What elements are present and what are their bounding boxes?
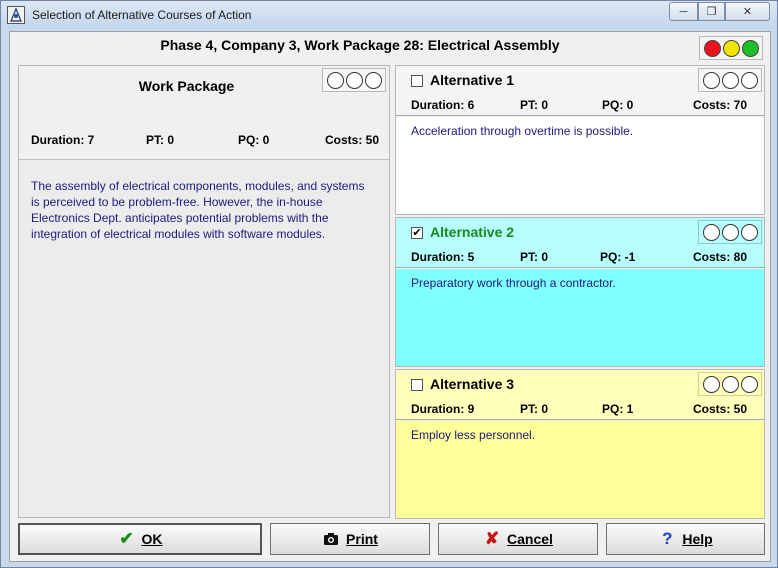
ok-button[interactable]: ✔ OK (18, 523, 262, 555)
rating-circles (322, 68, 386, 92)
circle-icon (703, 376, 720, 393)
app-icon (7, 6, 25, 24)
costs-value: Costs: 80 (693, 250, 748, 264)
costs-value: Costs: 50 (693, 402, 748, 416)
costs-value: Costs: 50 (325, 133, 380, 147)
circle-icon (346, 72, 363, 89)
alternative-header: Alternative 3 Duration: 9 PT: 0 PQ: 1 Co… (396, 370, 764, 420)
alternative-header: Alternative 1 Duration: 6 PT: 0 PQ: 0 Co… (396, 66, 764, 116)
dialog-window: Selection of Alternative Courses of Acti… (0, 0, 778, 568)
circle-icon (722, 72, 739, 89)
alternative-header: ✔ Alternative 2 Duration: 5 PT: 0 PQ: -1… (396, 218, 764, 268)
print-label: Print (346, 531, 378, 547)
circle-icon (741, 376, 758, 393)
alternative-title: Alternative 3 (430, 376, 515, 392)
title-bar[interactable]: Selection of Alternative Courses of Acti… (1, 1, 777, 29)
circle-icon (327, 72, 344, 89)
alternative-description: Preparatory work through a contractor. (411, 276, 616, 290)
minimize-icon: ─ (679, 5, 688, 18)
ok-label: OK (141, 531, 163, 547)
checkmark-icon: ✔ (119, 529, 134, 548)
pt-value: PT: 0 (520, 98, 549, 112)
cancel-button[interactable]: ✘ Cancel (438, 523, 598, 555)
dialog-body: Phase 4, Company 3, Work Package 28: Ele… (9, 31, 771, 562)
camera-icon (322, 530, 340, 548)
maximize-button[interactable]: ❐ (698, 2, 725, 21)
alternative-title: Alternative 2 (430, 224, 515, 240)
minimize-button[interactable]: ─ (669, 2, 698, 21)
alternative-1-checkbox[interactable] (411, 75, 423, 87)
help-label: Help (682, 531, 713, 547)
alternative-description: Acceleration through overtime is possibl… (411, 124, 634, 138)
pq-value: PQ: 0 (238, 133, 270, 147)
duration-value: Duration: 9 (411, 402, 475, 416)
pq-value: PQ: 1 (602, 402, 634, 416)
circle-icon (741, 224, 758, 241)
duration-value: Duration: 5 (411, 250, 475, 264)
circle-icon (722, 224, 739, 241)
alternative-2-checkbox[interactable]: ✔ (411, 227, 423, 239)
x-icon: ✘ (484, 529, 500, 548)
pt-value: PT: 0 (520, 250, 549, 264)
circle-icon (741, 72, 758, 89)
alternative-body: Preparatory work through a contractor. (396, 269, 764, 366)
circle-icon (365, 72, 382, 89)
traffic-light-indicator (699, 36, 763, 60)
red-light-icon (704, 40, 721, 57)
alternative-3-panel[interactable]: Alternative 3 Duration: 9 PT: 0 PQ: 1 Co… (395, 369, 765, 519)
window-title: Selection of Alternative Courses of Acti… (32, 8, 252, 22)
help-button[interactable]: ? Help (606, 523, 765, 555)
alternative-title: Alternative 1 (430, 72, 515, 88)
circle-icon (703, 72, 720, 89)
rating-circles (698, 220, 762, 244)
duration-value: Duration: 7 (31, 133, 95, 147)
close-icon: ✕ (742, 6, 753, 18)
pt-value: PT: 0 (520, 402, 549, 416)
alternative-body: Acceleration through overtime is possibl… (396, 117, 764, 214)
alternative-body: Employ less personnel. (396, 421, 764, 518)
work-package-header: Work Package Duration: 7 PT: 0 PQ: 0 Cos… (19, 66, 389, 160)
close-button[interactable]: ✕ (725, 2, 770, 21)
pt-value: PT: 0 (146, 133, 175, 147)
pq-value: PQ: 0 (602, 98, 634, 112)
work-package-description: The assembly of electrical components, m… (31, 179, 365, 241)
alternative-2-panel[interactable]: ✔ Alternative 2 Duration: 5 PT: 0 PQ: -1… (395, 217, 765, 367)
print-button[interactable]: Print (270, 523, 430, 555)
cancel-label: Cancel (507, 531, 553, 547)
page-title: Phase 4, Company 3, Work Package 28: Ele… (160, 37, 560, 53)
rating-circles (698, 68, 762, 92)
question-icon: ? (662, 529, 673, 548)
yellow-light-icon (723, 40, 740, 57)
alternative-description: Employ less personnel. (411, 428, 536, 442)
pq-value: PQ: -1 (600, 250, 636, 264)
rating-circles (698, 372, 762, 396)
alternative-3-checkbox[interactable] (411, 379, 423, 391)
alternative-1-panel[interactable]: Alternative 1 Duration: 6 PT: 0 PQ: 0 Co… (395, 65, 765, 215)
duration-value: Duration: 6 (411, 98, 475, 112)
restore-icon: ❐ (706, 6, 717, 18)
work-package-title: Work Package (138, 78, 235, 94)
circle-icon (703, 224, 720, 241)
costs-value: Costs: 70 (693, 98, 748, 112)
green-light-icon (742, 40, 759, 57)
work-package-panel: Work Package Duration: 7 PT: 0 PQ: 0 Cos… (18, 65, 390, 518)
circle-icon (722, 376, 739, 393)
